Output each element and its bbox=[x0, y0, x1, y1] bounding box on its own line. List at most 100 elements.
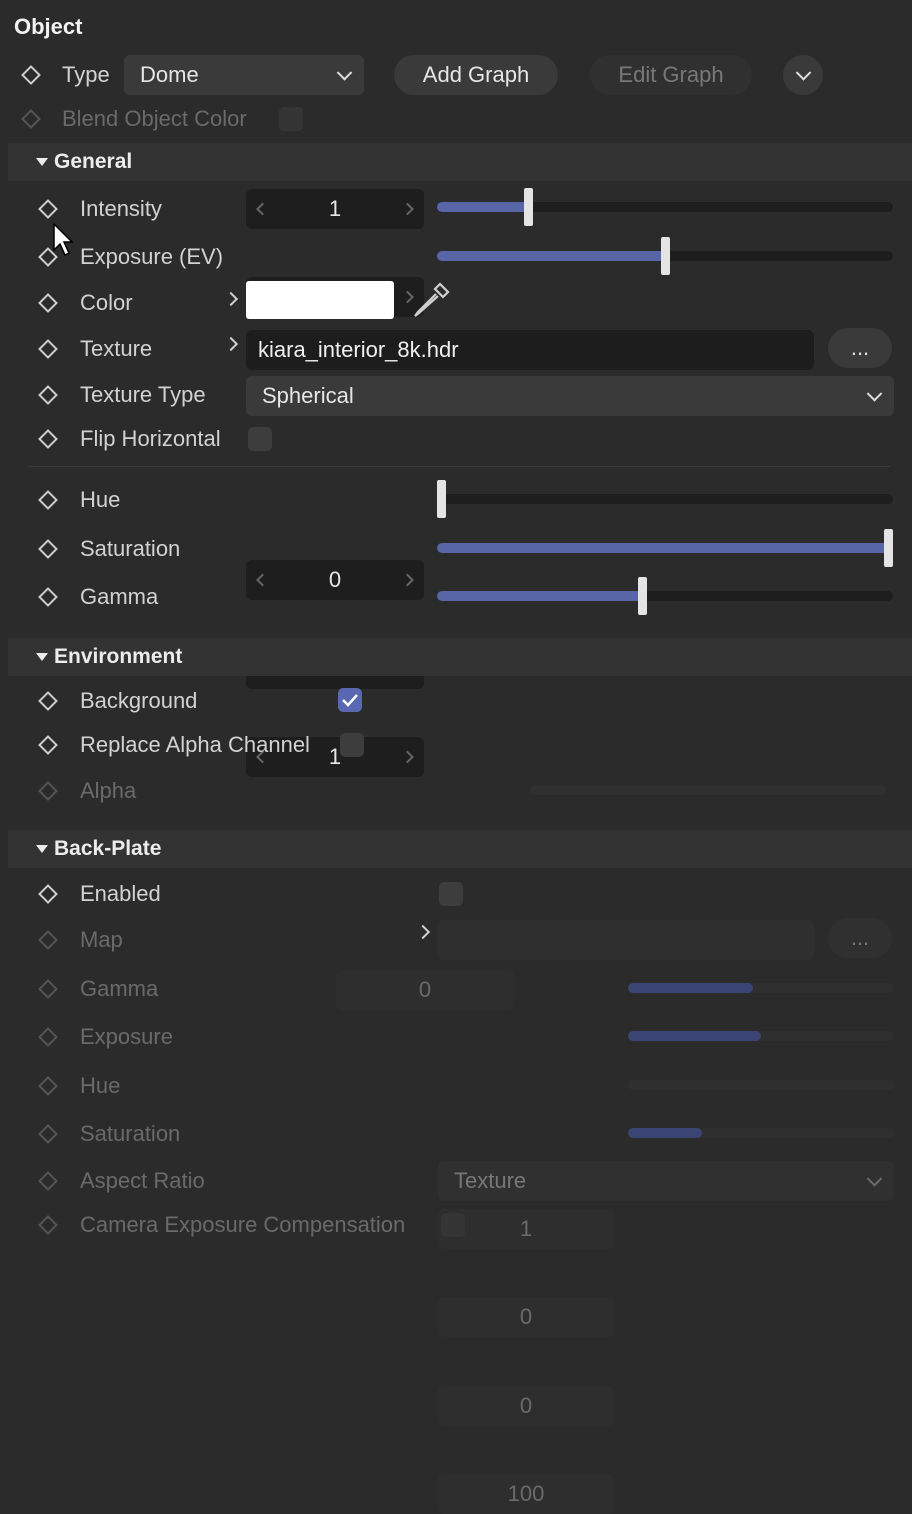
slider-fill bbox=[437, 202, 529, 212]
slider-handle[interactable] bbox=[884, 529, 893, 567]
flip-horizontal-checkbox[interactable] bbox=[248, 427, 272, 451]
section-general[interactable]: General bbox=[8, 143, 912, 181]
slider-fill bbox=[628, 1128, 703, 1138]
section-environment-title: Environment bbox=[54, 645, 183, 668]
chevron-down-icon bbox=[795, 65, 812, 81]
expand-arrow-icon[interactable] bbox=[223, 336, 239, 352]
texture-type-label: Texture Type bbox=[80, 382, 206, 407]
hue-label: Hue bbox=[80, 487, 121, 512]
slider-handle[interactable] bbox=[524, 188, 534, 226]
camera-exposure-compensation-checkbox[interactable] bbox=[441, 1213, 465, 1237]
keyframe-diamond-icon[interactable] bbox=[38, 539, 58, 559]
section-back-plate[interactable]: Back-Plate bbox=[8, 830, 912, 868]
slider-fill bbox=[628, 983, 754, 993]
map-browse-button[interactable]: ... bbox=[828, 918, 892, 958]
keyframe-diamond-icon[interactable] bbox=[38, 884, 58, 904]
bp-hue-label: Hue bbox=[80, 1073, 121, 1098]
intensity-input[interactable]: 1 bbox=[246, 189, 424, 229]
keyframe-diamond-icon bbox=[38, 1027, 58, 1047]
aspect-ratio-label: Aspect Ratio bbox=[80, 1168, 205, 1193]
chevron-down-icon bbox=[336, 65, 353, 81]
bp-hue-input[interactable]: 0 bbox=[438, 1386, 614, 1426]
section-back-plate-title: Back-Plate bbox=[54, 837, 162, 860]
keyframe-diamond-icon bbox=[38, 979, 58, 999]
alpha-label: Alpha bbox=[80, 778, 137, 803]
divider bbox=[28, 466, 890, 467]
panel-title: Object bbox=[14, 14, 83, 39]
bp-saturation-slider[interactable] bbox=[628, 1128, 894, 1138]
slider-fill bbox=[437, 591, 643, 601]
bp-gamma-label: Gamma bbox=[80, 976, 159, 1001]
color-label: Color bbox=[80, 290, 133, 315]
texture-path-field[interactable]: kiara_interior_8k.hdr bbox=[246, 330, 814, 370]
keyframe-diamond-icon[interactable] bbox=[38, 429, 58, 449]
decrement-arrow-icon[interactable] bbox=[256, 573, 269, 587]
saturation-slider[interactable] bbox=[437, 529, 893, 567]
background-checkbox[interactable] bbox=[338, 688, 362, 712]
enabled-checkbox[interactable] bbox=[439, 882, 463, 906]
gamma-slider[interactable] bbox=[437, 577, 893, 615]
keyframe-diamond-icon[interactable] bbox=[38, 199, 58, 219]
collapse-triangle-icon bbox=[36, 158, 48, 166]
eyedropper-icon[interactable] bbox=[410, 280, 452, 320]
bp-saturation-input[interactable]: 100 bbox=[438, 1474, 614, 1514]
saturation-label: Saturation bbox=[80, 536, 181, 561]
section-environment[interactable]: Environment bbox=[8, 638, 912, 676]
keyframe-diamond-icon bbox=[21, 109, 41, 129]
map-path-field[interactable] bbox=[438, 920, 814, 960]
bp-gamma-slider[interactable] bbox=[628, 983, 894, 993]
hue-value: 0 bbox=[328, 567, 342, 592]
bp-exposure-input[interactable]: 0 bbox=[438, 1297, 614, 1337]
texture-type-dropdown[interactable]: Spherical bbox=[246, 376, 894, 416]
texture-browse-button[interactable]: ... bbox=[828, 328, 892, 368]
section-general-title: General bbox=[54, 150, 133, 173]
more-options-button[interactable] bbox=[783, 55, 823, 95]
keyframe-diamond-icon[interactable] bbox=[38, 385, 58, 405]
alpha-input[interactable]: 0 bbox=[336, 970, 514, 1010]
expand-arrow-icon[interactable] bbox=[223, 291, 239, 307]
slider-handle[interactable] bbox=[638, 577, 648, 615]
hue-input[interactable]: 0 bbox=[246, 560, 424, 600]
type-dropdown[interactable]: Dome bbox=[124, 55, 364, 95]
bp-hue-slider[interactable] bbox=[628, 1080, 894, 1090]
exposure-ev-label: Exposure (EV) bbox=[80, 244, 224, 269]
add-graph-button[interactable]: Add Graph bbox=[394, 55, 558, 95]
keyframe-diamond-icon[interactable] bbox=[38, 587, 58, 607]
keyframe-diamond-icon[interactable] bbox=[38, 691, 58, 711]
decrement-arrow-icon[interactable] bbox=[256, 202, 269, 216]
slider-handle[interactable] bbox=[661, 237, 670, 275]
alpha-slider[interactable] bbox=[530, 785, 886, 795]
replace-alpha-channel-label: Replace Alpha Channel bbox=[80, 732, 310, 757]
aspect-ratio-dropdown[interactable]: Texture bbox=[438, 1161, 894, 1201]
texture-label: Texture bbox=[80, 336, 153, 361]
keyframe-diamond-icon[interactable] bbox=[21, 65, 41, 85]
keyframe-diamond-icon[interactable] bbox=[38, 490, 58, 510]
chevron-down-icon bbox=[866, 1171, 883, 1187]
keyframe-diamond-icon[interactable] bbox=[38, 339, 58, 359]
keyframe-diamond-icon[interactable] bbox=[38, 735, 58, 755]
bp-exposure-slider[interactable] bbox=[628, 1031, 894, 1041]
keyframe-diamond-icon bbox=[38, 1171, 58, 1191]
hue-slider[interactable] bbox=[437, 480, 893, 518]
map-label: Map bbox=[80, 927, 123, 952]
expand-arrow-icon[interactable] bbox=[415, 924, 431, 940]
chevron-down-icon bbox=[866, 386, 883, 402]
blend-object-color-checkbox[interactable] bbox=[279, 107, 303, 131]
background-label: Background bbox=[80, 688, 198, 713]
collapse-triangle-icon bbox=[36, 653, 48, 661]
camera-exposure-compensation-label: Camera Exposure Compensation bbox=[80, 1212, 406, 1237]
slider-handle[interactable] bbox=[437, 480, 446, 518]
increment-arrow-icon[interactable] bbox=[401, 750, 414, 764]
color-swatch[interactable] bbox=[246, 281, 394, 319]
increment-arrow-icon[interactable] bbox=[401, 573, 414, 587]
collapse-triangle-icon bbox=[36, 845, 48, 853]
bp-exposure-label: Exposure bbox=[80, 1024, 173, 1049]
replace-alpha-channel-checkbox[interactable] bbox=[340, 733, 364, 757]
edit-graph-button[interactable]: Edit Graph bbox=[590, 55, 752, 95]
intensity-value: 1 bbox=[328, 196, 342, 221]
exposure-ev-slider[interactable] bbox=[437, 237, 893, 275]
intensity-slider[interactable] bbox=[437, 188, 893, 226]
increment-arrow-icon[interactable] bbox=[401, 202, 414, 216]
keyframe-diamond-icon[interactable] bbox=[38, 293, 58, 313]
gamma-label: Gamma bbox=[80, 584, 159, 609]
